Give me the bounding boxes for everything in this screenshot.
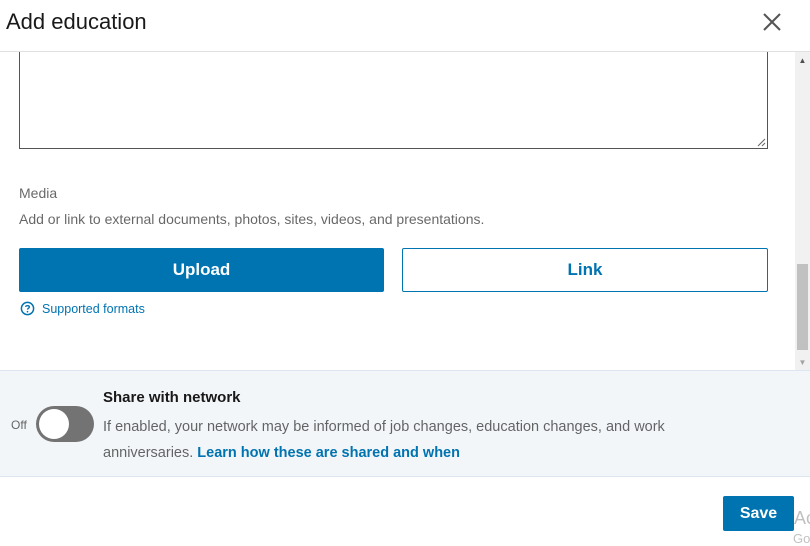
dialog-title: Add education bbox=[6, 9, 147, 34]
close-icon bbox=[763, 13, 781, 31]
share-description: If enabled, your network may be informed… bbox=[103, 414, 743, 466]
supported-formats-label: Supported formats bbox=[42, 301, 145, 316]
toggle-state-label: Off bbox=[11, 418, 27, 432]
activation-watermark-line2: Go bbox=[793, 531, 810, 546]
triangle-down-icon: ▼ bbox=[798, 357, 807, 367]
save-button[interactable]: Save bbox=[723, 496, 794, 531]
share-title: Share with network bbox=[103, 389, 241, 406]
share-toggle[interactable] bbox=[36, 406, 94, 442]
toggle-knob bbox=[39, 409, 69, 439]
upload-button[interactable]: Upload bbox=[19, 248, 384, 292]
supported-formats-link[interactable]: Supported formats bbox=[20, 301, 145, 316]
resize-grip-icon[interactable] bbox=[756, 137, 766, 147]
description-textarea[interactable] bbox=[19, 52, 768, 149]
triangle-up-icon: ▲ bbox=[798, 55, 807, 65]
dialog-header: Add education bbox=[0, 0, 810, 52]
scrollbar-thumb[interactable] bbox=[797, 264, 808, 350]
scroll-up-button[interactable]: ▲ bbox=[795, 52, 810, 68]
activation-watermark-line1: Ac bbox=[794, 508, 810, 528]
learn-more-link[interactable]: Learn how these are shared and when bbox=[197, 445, 460, 461]
media-label: Media bbox=[19, 185, 58, 201]
link-button[interactable]: Link bbox=[402, 248, 768, 292]
dialog-body: Media Add or link to external documents,… bbox=[0, 52, 810, 370]
media-description: Add or link to external documents, photo… bbox=[19, 211, 485, 227]
close-button[interactable] bbox=[758, 8, 786, 36]
question-circle-icon bbox=[20, 301, 35, 316]
share-with-network-panel: Off Share with network If enabled, your … bbox=[0, 370, 810, 477]
scrollbar[interactable]: ▲ ▼ bbox=[795, 52, 810, 370]
scroll-down-button[interactable]: ▼ bbox=[795, 354, 810, 370]
